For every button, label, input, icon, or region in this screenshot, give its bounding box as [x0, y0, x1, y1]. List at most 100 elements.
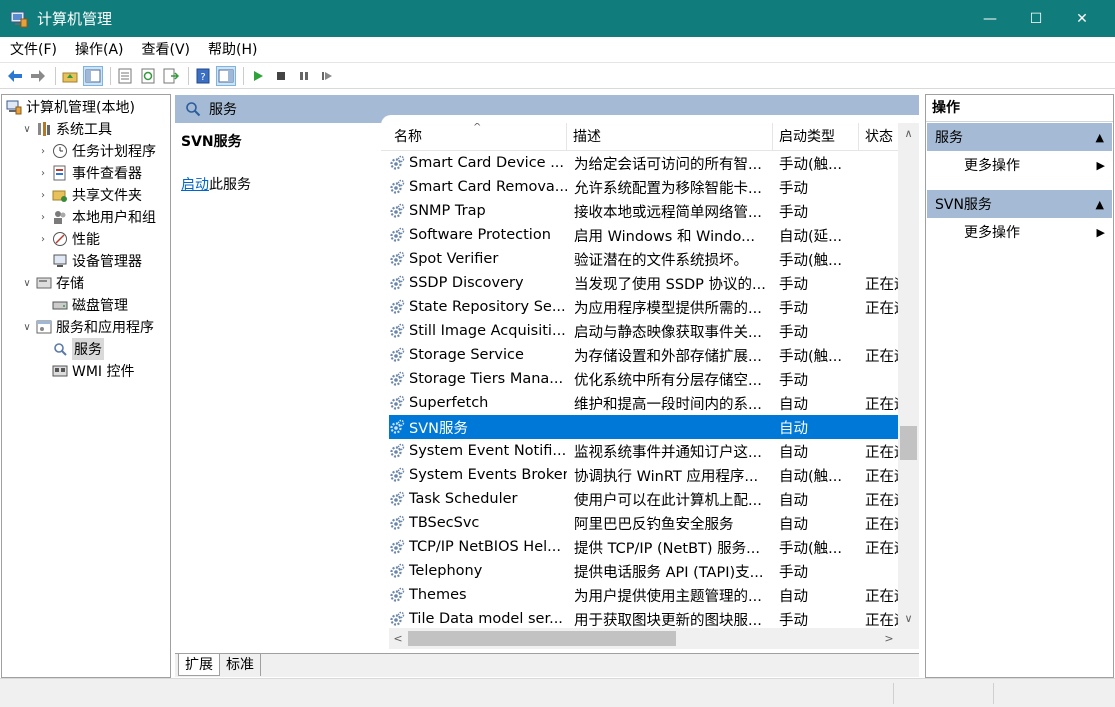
- close-button[interactable]: ✕: [1059, 0, 1105, 37]
- gear-icon: [389, 491, 405, 507]
- scroll-right-button[interactable]: >: [880, 628, 898, 649]
- start-service-suffix: 此服务: [209, 177, 251, 193]
- expand-chevron-icon[interactable]: ›: [36, 212, 50, 223]
- vertical-scrollbar[interactable]: ∧ ∨: [898, 123, 919, 628]
- service-row[interactable]: State Repository Se... 为应用程序模型提供所需的... 手动 正…: [389, 295, 898, 319]
- service-startup-type: 自动: [779, 444, 808, 461]
- service-name-cell: TCP/IP NetBIOS Hel...: [389, 539, 567, 555]
- start-service-icon[interactable]: [248, 66, 268, 86]
- expand-chevron-icon[interactable]: ∨: [20, 278, 34, 289]
- service-row[interactable]: Superfetch 维护和提高一段时间内的系... 自动 正在运行: [389, 391, 898, 415]
- tree-item-10[interactable]: ∨ 服务和应用程序: [20, 316, 154, 338]
- action-more-actions[interactable]: 更多操作 ▶: [926, 151, 1113, 179]
- service-name-cell: SNMP Trap: [389, 203, 567, 219]
- column-header-startup-type[interactable]: 启动类型: [773, 122, 859, 151]
- navigation-tree: 计算机管理(本地) ∨ 系统工具 › 任务计划程序 › 事件查看器 › 共享文件夹 › 本地用户和组…: [1, 94, 171, 678]
- tree-item-6[interactable]: › 性能: [36, 228, 100, 250]
- expand-chevron-icon[interactable]: ›: [36, 146, 50, 157]
- export-list-icon[interactable]: [161, 66, 181, 86]
- actions-section-svn-service[interactable]: SVN服务 ▲: [927, 190, 1112, 218]
- start-service-link[interactable]: 启动: [181, 177, 209, 193]
- expand-chevron-icon[interactable]: ›: [36, 168, 50, 179]
- service-row[interactable]: Task Scheduler 使用户可以在此计算机上配... 自动 正在运行: [389, 487, 898, 511]
- help-icon[interactable]: ?: [193, 66, 213, 86]
- tree-item-12[interactable]: WMI 控件: [36, 360, 135, 382]
- tree-item-5[interactable]: › 本地用户和组: [36, 206, 156, 228]
- service-description: 协调执行 WinRT 应用程序...: [574, 468, 759, 485]
- tree-item-0[interactable]: 计算机管理(本地): [4, 96, 135, 118]
- menu-action[interactable]: 操作(A): [67, 37, 132, 63]
- service-row[interactable]: Still Image Acquisiti... 启动与静态映像获取事件关... 手…: [389, 319, 898, 343]
- pause-service-icon[interactable]: [294, 66, 314, 86]
- service-name: Smart Card Device ...: [409, 155, 565, 171]
- service-row[interactable]: System Events Broker 协调执行 WinRT 应用程序... 自动…: [389, 463, 898, 487]
- tree-item-8[interactable]: ∨ 存储: [20, 272, 84, 294]
- services-apps-icon: [36, 319, 52, 335]
- service-name-cell: Storage Tiers Mana...: [389, 371, 567, 387]
- forward-icon[interactable]: [28, 66, 48, 86]
- service-startup-type: 手动(触...: [779, 156, 842, 173]
- tree-item-1[interactable]: ∨ 系统工具: [20, 118, 112, 140]
- service-row[interactable]: Smart Card Remova... 允许系统配置为移除智能卡... 手动: [389, 175, 898, 199]
- back-icon[interactable]: [5, 66, 25, 86]
- service-description: 启动与静态映像获取事件关...: [574, 324, 762, 341]
- expand-chevron-icon[interactable]: ›: [36, 234, 50, 245]
- service-row[interactable]: Storage Tiers Mana... 优化系统中所有分层存储空... 手动: [389, 367, 898, 391]
- collapse-icon[interactable]: ▲: [1096, 131, 1104, 144]
- scroll-down-button[interactable]: ∨: [898, 608, 919, 628]
- column-header-name[interactable]: 名称 ^: [381, 122, 567, 151]
- tree-item-2[interactable]: › 任务计划程序: [36, 140, 156, 162]
- horizontal-scrollbar[interactable]: < >: [389, 628, 898, 649]
- maximize-button[interactable]: ☐: [1013, 0, 1059, 37]
- service-row[interactable]: SVN服务 自动: [389, 415, 898, 439]
- service-row[interactable]: Telephony 提供电话服务 API (TAPI)支... 手动: [389, 559, 898, 583]
- menu-help[interactable]: 帮助(H): [200, 37, 265, 63]
- service-row[interactable]: Smart Card Device ... 为给定会话可访问的所有智... 手动(触…: [389, 151, 898, 175]
- column-header-description[interactable]: 描述: [567, 122, 773, 151]
- scroll-left-button[interactable]: <: [389, 628, 407, 649]
- service-row[interactable]: Themes 为用户提供使用主题管理的... 自动 正在运行: [389, 583, 898, 607]
- expand-chevron-icon[interactable]: ∨: [20, 124, 34, 135]
- tab-standard[interactable]: 标准: [220, 654, 261, 676]
- service-row[interactable]: Software Protection 启用 Windows 和 Windo...…: [389, 223, 898, 247]
- tree-item-9[interactable]: 磁盘管理: [36, 294, 128, 316]
- stop-service-icon[interactable]: [271, 66, 291, 86]
- up-folder-icon[interactable]: [60, 66, 80, 86]
- service-row[interactable]: Storage Service 为存储设置和外部存储扩展... 手动(触... 正在运…: [389, 343, 898, 367]
- tree-item-7[interactable]: 设备管理器: [36, 250, 142, 272]
- vertical-scroll-thumb[interactable]: [900, 426, 917, 460]
- service-name-cell: Spot Verifier: [389, 251, 567, 267]
- action-item-label: 更多操作: [964, 158, 1020, 174]
- column-header-status[interactable]: 状态: [859, 123, 898, 151]
- service-row[interactable]: TCP/IP NetBIOS Hel... 提供 TCP/IP (NetBT) 服…: [389, 535, 898, 559]
- horizontal-scroll-thumb[interactable]: [408, 631, 676, 646]
- tree-item-11[interactable]: 服务: [36, 338, 104, 360]
- gear-icon: [389, 203, 405, 219]
- collapse-icon[interactable]: ▲: [1096, 198, 1104, 211]
- service-row[interactable]: Spot Verifier 验证潜在的文件系统损坏。 手动(触...: [389, 247, 898, 271]
- show-action-pane-icon[interactable]: [216, 65, 236, 86]
- tab-extended[interactable]: 扩展: [178, 654, 220, 676]
- sort-ascending-icon: ^: [473, 122, 482, 133]
- show-hide-tree-icon[interactable]: [83, 65, 103, 86]
- scrollbar-corner: [898, 628, 919, 649]
- properties-icon[interactable]: [115, 66, 135, 86]
- expand-chevron-icon[interactable]: ›: [36, 190, 50, 201]
- menu-view[interactable]: 查看(V): [134, 37, 199, 63]
- tree-item-4[interactable]: › 共享文件夹: [36, 184, 142, 206]
- gear-icon: [389, 587, 405, 603]
- action-more-actions[interactable]: 更多操作 ▶: [926, 218, 1113, 246]
- service-row[interactable]: TBSecSvc 阿里巴巴反钓鱼安全服务 自动 正在运行: [389, 511, 898, 535]
- tree-item-3[interactable]: › 事件查看器: [36, 162, 142, 184]
- expand-chevron-icon[interactable]: ∨: [20, 322, 34, 333]
- service-name: Storage Service: [409, 347, 524, 363]
- service-row[interactable]: System Event Notifi... 监视系统事件并通知订户这... 自动 正…: [389, 439, 898, 463]
- scroll-up-button[interactable]: ∧: [898, 123, 919, 143]
- service-row[interactable]: SSDP Discovery 当发现了使用 SSDP 协议的... 手动 正在运行: [389, 271, 898, 295]
- service-row[interactable]: SNMP Trap 接收本地或远程简单网络管... 手动: [389, 199, 898, 223]
- refresh-icon[interactable]: [138, 66, 158, 86]
- restart-service-icon[interactable]: [317, 66, 337, 86]
- actions-section-services[interactable]: 服务 ▲: [927, 123, 1112, 151]
- menu-file[interactable]: 文件(F): [2, 37, 65, 63]
- minimize-button[interactable]: —: [967, 0, 1013, 37]
